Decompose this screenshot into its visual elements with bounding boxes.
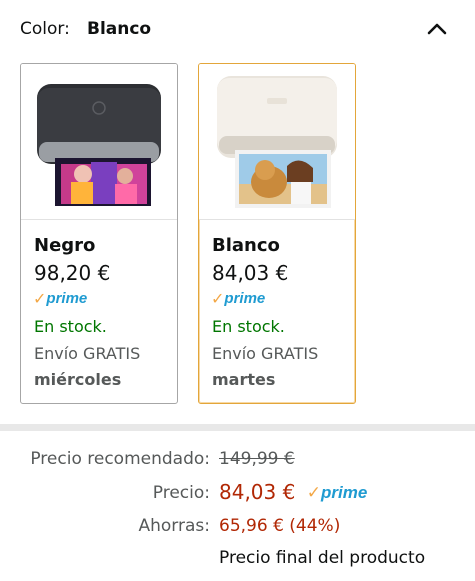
swatch-name: Blanco xyxy=(212,235,280,256)
prime-badge: ✓ prime xyxy=(33,290,87,308)
price-row: Precio: 84,03 € ✓ prime xyxy=(0,480,475,506)
chevron-up-icon[interactable] xyxy=(426,18,448,40)
savings-row: Ahorras: 65,96 € (44%) xyxy=(0,516,475,542)
current-price: 84,03 € xyxy=(219,480,296,504)
shipping-info: Envío GRATIS xyxy=(34,344,141,363)
stock-status: En stock. xyxy=(34,317,107,336)
recommended-price-value: 149,99 € xyxy=(219,449,295,469)
prime-badge: ✓ prime xyxy=(306,483,368,503)
savings-value: 65,96 € (44%) xyxy=(219,516,341,536)
color-selector-header[interactable]: Color: Blanco xyxy=(20,18,460,44)
recommended-price-label: Precio recomendado: xyxy=(30,449,210,469)
product-image-white-printer xyxy=(199,64,355,220)
price-label: Precio: xyxy=(152,483,210,503)
shipping-info: Envío GRATIS xyxy=(212,344,319,363)
swatch-price: 84,03 € xyxy=(212,261,289,285)
savings-label: Ahorras: xyxy=(138,516,211,536)
price-value-group: 84,03 € ✓ prime xyxy=(219,480,367,504)
color-label: Color: xyxy=(20,19,70,39)
stock-status: En stock. xyxy=(212,317,285,336)
prime-badge: ✓ prime xyxy=(211,290,265,308)
color-swatch-negro[interactable]: Negro 98,20 € ✓ prime En stock. Envío GR… xyxy=(20,63,178,404)
section-divider xyxy=(0,424,475,431)
prime-check-icon: ✓ xyxy=(306,483,321,503)
selected-color-value: Blanco xyxy=(87,19,152,39)
delivery-day: miércoles xyxy=(34,370,122,389)
swatch-price: 98,20 € xyxy=(34,261,111,285)
delivery-day: martes xyxy=(212,370,276,389)
prime-check-icon: ✓ xyxy=(33,289,47,308)
final-price-note: Precio final del producto xyxy=(219,548,426,568)
prime-logo-text: prime xyxy=(224,290,266,307)
recommended-price-row: Precio recomendado: 149,99 € xyxy=(0,449,475,475)
prime-logo-text: prime xyxy=(46,290,88,307)
prime-logo-text: prime xyxy=(321,483,368,502)
prime-check-icon: ✓ xyxy=(211,289,225,308)
final-price-note-row: Precio final del producto xyxy=(0,548,475,574)
swatch-name: Negro xyxy=(34,235,96,256)
product-image-black-printer xyxy=(21,64,177,220)
color-swatch-blanco[interactable]: Blanco 84,03 € ✓ prime En stock. Envío G… xyxy=(198,63,356,404)
